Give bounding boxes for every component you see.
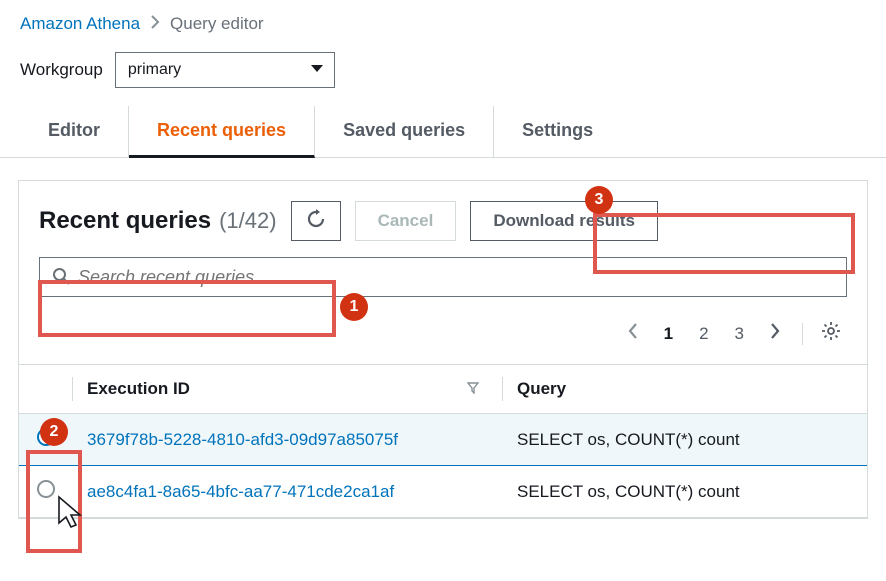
workgroup-row: Workgroup primary bbox=[0, 42, 886, 106]
chevron-right-icon bbox=[150, 14, 160, 34]
row-radio[interactable] bbox=[37, 480, 55, 498]
tabs: Editor Recent queries Saved queries Sett… bbox=[0, 106, 886, 158]
tab-settings[interactable]: Settings bbox=[494, 106, 621, 157]
panel-header: Recent queries (1/42) Cancel Download re… bbox=[39, 201, 847, 241]
pagination-prev[interactable] bbox=[618, 319, 648, 348]
breadcrumb: Amazon Athena Query editor bbox=[0, 0, 886, 42]
search-box[interactable] bbox=[39, 257, 847, 297]
tab-recent-queries[interactable]: Recent queries bbox=[129, 106, 315, 158]
filter-icon[interactable] bbox=[467, 379, 479, 399]
workgroup-select[interactable]: primary bbox=[115, 52, 335, 88]
workgroup-label: Workgroup bbox=[20, 60, 103, 80]
download-results-button[interactable]: Download results bbox=[470, 201, 658, 241]
table-row[interactable]: 3679f78b-5228-4810-afd3-09d97a85075f SEL… bbox=[19, 414, 867, 466]
refresh-button[interactable] bbox=[291, 201, 341, 241]
search-input[interactable] bbox=[78, 267, 834, 288]
column-query[interactable]: Query bbox=[503, 365, 867, 414]
workgroup-selected-value: primary bbox=[128, 61, 181, 79]
execution-id-link[interactable]: ae8c4fa1-8a65-4bfc-aa77-471cde2ca1af bbox=[87, 482, 394, 501]
pagination-page-1[interactable]: 1 bbox=[654, 320, 683, 348]
settings-gear-icon[interactable] bbox=[815, 317, 847, 350]
pagination-next[interactable] bbox=[760, 319, 790, 348]
pagination: 1 2 3 bbox=[39, 311, 847, 364]
table-row[interactable]: ae8c4fa1-8a65-4bfc-aa77-471cde2ca1af SEL… bbox=[19, 466, 867, 518]
caret-down-icon bbox=[310, 61, 324, 79]
row-radio[interactable] bbox=[37, 428, 55, 446]
query-text: SELECT os, COUNT(*) count bbox=[503, 466, 867, 518]
breadcrumb-current: Query editor bbox=[170, 14, 264, 34]
pagination-page-3[interactable]: 3 bbox=[725, 320, 754, 348]
search-row bbox=[39, 257, 847, 297]
query-text: SELECT os, COUNT(*) count bbox=[503, 414, 867, 466]
queries-table: Execution ID Query 3679f78b-5228-4810-af… bbox=[19, 364, 867, 518]
search-icon bbox=[52, 267, 70, 288]
breadcrumb-root-link[interactable]: Amazon Athena bbox=[20, 14, 140, 34]
tab-editor[interactable]: Editor bbox=[20, 106, 129, 157]
cancel-button: Cancel bbox=[355, 201, 457, 241]
column-select bbox=[19, 365, 73, 414]
pagination-page-2[interactable]: 2 bbox=[689, 320, 718, 348]
execution-id-link[interactable]: 3679f78b-5228-4810-afd3-09d97a85075f bbox=[87, 430, 398, 449]
tab-saved-queries[interactable]: Saved queries bbox=[315, 106, 494, 157]
column-execution-id[interactable]: Execution ID bbox=[73, 365, 503, 414]
refresh-icon bbox=[306, 209, 326, 234]
table-header-row: Execution ID Query bbox=[19, 365, 867, 414]
panel-count: (1/42) bbox=[219, 208, 276, 234]
column-execution-id-label: Execution ID bbox=[87, 379, 190, 398]
panel-title: Recent queries bbox=[39, 207, 211, 235]
divider bbox=[802, 323, 803, 345]
recent-queries-panel: Recent queries (1/42) Cancel Download re… bbox=[18, 180, 868, 519]
